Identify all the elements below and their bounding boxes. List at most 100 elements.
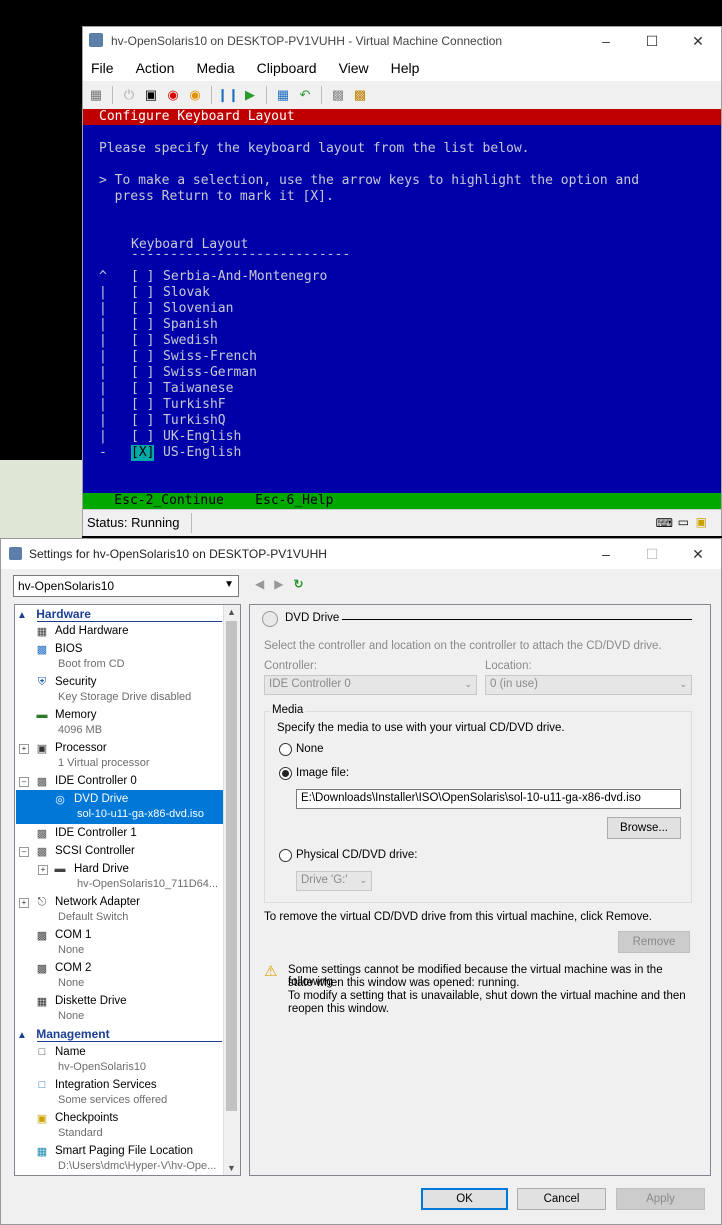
vm-console-screen[interactable]: Configure Keyboard Layout Please specify… (83, 109, 721, 509)
layout-checkbox[interactable]: [ ] (131, 413, 154, 429)
layout-option[interactable]: Serbia-And-Montenegro (163, 269, 327, 285)
menu-clipboard[interactable]: Clipboard (257, 60, 317, 76)
browse-button[interactable]: Browse... (607, 817, 681, 839)
tree-scrollbar[interactable]: ▲ ▼ (223, 605, 240, 1175)
expand-processor-icon[interactable]: + (19, 744, 29, 754)
expand-hard-drive-icon[interactable]: + (38, 865, 48, 875)
maximize-icon[interactable]: ☐ (629, 27, 675, 55)
share-icon[interactable]: ▩ (351, 86, 369, 104)
vm-title-bar[interactable]: hv-OpenSolaris10 on DESKTOP-PV1VUHH - Vi… (83, 27, 721, 55)
layout-checkbox[interactable]: [ ] (131, 317, 154, 333)
layout-option[interactable]: Swiss-German (163, 365, 257, 381)
controller-select[interactable]: IDE Controller 0 ⌄ (264, 675, 477, 695)
tree-integration-services[interactable]: Integration Services (55, 1079, 157, 1091)
tree-processor[interactable]: Processor (55, 742, 107, 754)
remove-button[interactable]: Remove (618, 931, 690, 953)
tree-hard-drive[interactable]: Hard Drive (74, 863, 129, 875)
menu-file[interactable]: File (91, 60, 114, 76)
ctrl-alt-del-icon[interactable]: ▦ (87, 86, 105, 104)
menu-media[interactable]: Media (196, 60, 234, 76)
settings-tree[interactable]: ▲ Hardware ▦ Add Hardware ▩ BIOS Boot fr… (14, 604, 241, 1176)
layout-checkbox[interactable]: [ ] (131, 301, 154, 317)
settings-title-bar[interactable]: Settings for hv-OpenSolaris10 on DESKTOP… (1, 539, 721, 569)
tree-bios[interactable]: BIOS (55, 643, 82, 655)
ok-button[interactable]: OK (421, 1188, 508, 1210)
resume-icon[interactable]: ▶ (241, 86, 259, 104)
minimize-icon[interactable]: – (583, 27, 629, 55)
scroll-mark: | (99, 317, 107, 332)
refresh-icon[interactable]: ↻ (293, 577, 303, 591)
menu-view[interactable]: View (339, 60, 369, 76)
scroll-down-icon[interactable]: ▼ (227, 1163, 236, 1173)
radio-physical-drive-label[interactable]: Physical CD/DVD drive: (296, 849, 417, 861)
layout-option[interactable]: Slovenian (163, 301, 233, 317)
radio-none[interactable] (279, 743, 292, 756)
tree-ide-controller-0[interactable]: IDE Controller 0 (55, 775, 137, 787)
turn-off-icon[interactable]: ▣ (142, 86, 160, 104)
layout-option[interactable]: Swedish (163, 333, 218, 349)
layout-option[interactable]: TurkishQ (163, 413, 226, 429)
radio-image-file-label[interactable]: Image file: (296, 767, 349, 779)
tree-network-adapter[interactable]: Network Adapter (55, 896, 140, 908)
physical-drive-select[interactable]: Drive 'G:' ⌄ (296, 871, 372, 891)
tree-com-1[interactable]: COM 1 (55, 929, 91, 941)
checkpoint-icon[interactable]: ▦ (274, 86, 292, 104)
tree-add-hardware[interactable]: Add Hardware (55, 625, 129, 637)
layout-option[interactable]: TurkishF (163, 397, 226, 413)
layout-checkbox[interactable]: [ ] (131, 333, 154, 349)
radio-physical-drive[interactable] (279, 849, 292, 862)
vm-selector[interactable]: hv-OpenSolaris10 ▼ (13, 575, 239, 597)
back-arrow-icon[interactable]: ◀ (255, 577, 264, 591)
layout-checkbox[interactable]: [ ] (131, 269, 154, 285)
settings-minimize-icon[interactable]: – (583, 539, 629, 569)
layout-checkbox[interactable]: [ ] (131, 349, 154, 365)
radio-image-file[interactable] (279, 767, 292, 780)
layout-option[interactable]: Slovak (163, 285, 210, 301)
close-icon[interactable]: ✕ (675, 27, 721, 55)
layout-checkbox[interactable]: [ ] (131, 365, 154, 381)
enhanced-session-icon[interactable]: ▩ (329, 86, 347, 104)
menu-help[interactable]: Help (391, 60, 420, 76)
layout-option[interactable]: UK-English (163, 429, 241, 445)
tree-memory[interactable]: Memory (55, 709, 97, 721)
layout-checkbox[interactable]: [ ] (131, 285, 154, 301)
forward-arrow-icon[interactable]: ▶ (274, 577, 283, 591)
radio-none-label[interactable]: None (296, 743, 324, 755)
tree-checkpoints[interactable]: Checkpoints (55, 1112, 118, 1124)
layout-option[interactable]: Taiwanese (163, 381, 233, 397)
apply-button[interactable]: Apply (616, 1188, 705, 1210)
layout-checkbox[interactable]: [X] (131, 445, 155, 461)
location-select[interactable]: 0 (in use) ⌄ (485, 675, 692, 695)
tree-name[interactable]: Name (55, 1046, 86, 1058)
start-icon[interactable]: ⏻ (120, 86, 138, 104)
collapse-ide0-icon[interactable]: – (19, 777, 29, 787)
save-icon[interactable]: ◉ (186, 86, 204, 104)
revert-icon[interactable]: ↶ (296, 86, 314, 104)
menu-action[interactable]: Action (136, 60, 175, 76)
image-path-input[interactable]: E:\Downloads\Installer\ISO\OpenSolaris\s… (296, 789, 681, 809)
shut-down-icon[interactable]: ◉ (164, 86, 182, 104)
tree-dvd-drive[interactable]: DVD Drive (74, 793, 128, 805)
scroll-up-icon[interactable]: ▲ (227, 607, 236, 617)
tree-smart-paging[interactable]: Smart Paging File Location (55, 1145, 193, 1157)
cancel-button[interactable]: Cancel (517, 1188, 606, 1210)
collapse-scsi-icon[interactable]: – (19, 847, 29, 857)
management-section-header[interactable]: ▲ Management (17, 1027, 222, 1043)
tree-diskette-drive[interactable]: Diskette Drive (55, 995, 127, 1007)
layout-option[interactable]: Swiss-French (163, 349, 257, 365)
tree-scroll-thumb[interactable] (226, 621, 237, 1111)
hardware-section-header[interactable]: ▲ Hardware (17, 607, 222, 623)
expand-network-icon[interactable]: + (19, 898, 29, 908)
settings-close-icon[interactable]: ✕ (675, 539, 721, 569)
tree-scsi-controller[interactable]: SCSI Controller (55, 845, 135, 857)
tree-security[interactable]: Security (55, 676, 97, 688)
tree-com-2[interactable]: COM 2 (55, 962, 91, 974)
layout-checkbox[interactable]: [ ] (131, 429, 154, 445)
layout-option[interactable]: Spanish (163, 317, 218, 333)
layout-checkbox[interactable]: [ ] (131, 397, 154, 413)
layout-checkbox[interactable]: [ ] (131, 381, 154, 397)
layout-option[interactable]: US-English (163, 445, 241, 461)
settings-maximize-icon[interactable]: ☐ (629, 539, 675, 569)
pause-icon[interactable]: ❙❙ (217, 86, 239, 104)
tree-ide-controller-1[interactable]: IDE Controller 1 (55, 827, 137, 839)
